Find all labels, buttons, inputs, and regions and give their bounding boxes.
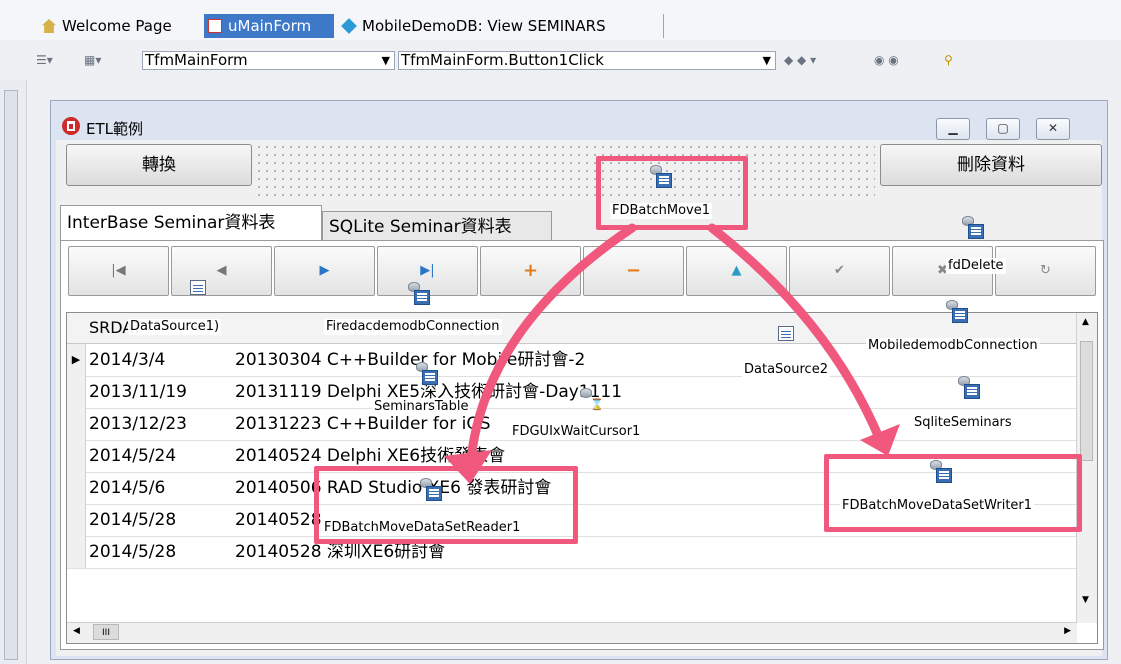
- arrow-to-reader-head: [444, 450, 492, 484]
- annotation-arrows: [444, 223, 900, 484]
- arrow-to-writer: [707, 223, 885, 445]
- arrow-to-reader: [465, 223, 637, 475]
